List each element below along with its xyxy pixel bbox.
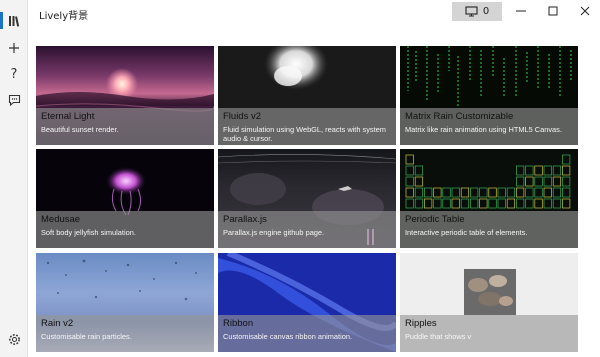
- card-caption: Ribbon Customisable canvas ribbon animat…: [218, 315, 396, 352]
- wallpaper-card-parallax-js[interactable]: Parallax.js Parallax.js engine github pa…: [218, 149, 396, 248]
- card-description: Soft body jellyfish simulation.: [41, 228, 136, 237]
- card-caption: Fluids v2 Fluid simulation using WebGL, …: [218, 108, 396, 145]
- card-caption: Eternal Light Beautiful sunset render.: [36, 108, 214, 145]
- add-icon[interactable]: [2, 36, 26, 60]
- card-title: Parallax.js: [223, 214, 267, 225]
- card-caption: Rain v2 Customisable rain particles.: [36, 315, 214, 352]
- card-caption: Parallax.js Parallax.js engine github pa…: [218, 211, 396, 248]
- maximize-button[interactable]: [538, 0, 568, 22]
- card-title: Ripples: [405, 318, 437, 329]
- card-description: Parallax.js engine github page.: [223, 228, 325, 237]
- title-bar: Lively背景 0: [28, 0, 600, 26]
- card-title: Eternal Light: [41, 111, 95, 122]
- library-icon[interactable]: [2, 9, 26, 33]
- card-title: Fluids v2: [223, 111, 262, 122]
- monitor-icon: [465, 6, 478, 17]
- wallpaper-card-medusae[interactable]: Medusae Soft body jellyfish simulation.: [36, 149, 214, 248]
- card-description: Customisable canvas ribbon animation.: [223, 332, 352, 341]
- card-description: Interactive periodic table of elements.: [405, 228, 528, 237]
- wallpaper-gallery: Eternal Light Beautiful sunset render. F…: [36, 46, 578, 352]
- wallpaper-card-periodic-table[interactable]: Periodic Table Interactive periodic tabl…: [400, 149, 578, 248]
- wallpaper-card-ribbon[interactable]: Ribbon Customisable canvas ribbon animat…: [218, 253, 396, 352]
- card-title: Medusae: [41, 214, 81, 225]
- wallpaper-card-fluids-v2[interactable]: Fluids v2 Fluid simulation using WebGL, …: [218, 46, 396, 145]
- card-description: Matrix like rain animation using HTML5 C…: [405, 125, 562, 134]
- card-description: Customisable rain particles.: [41, 332, 132, 341]
- minimize-button[interactable]: [506, 0, 536, 22]
- card-caption: Ripples Puddle that shows v: [400, 315, 578, 352]
- card-description: Fluid simulation using WebGL, reacts wit…: [223, 125, 386, 143]
- nav-rail: ?: [0, 0, 28, 357]
- monitor-button[interactable]: 0: [452, 2, 502, 21]
- card-title: Periodic Table: [405, 214, 465, 225]
- wallpaper-card-ripples[interactable]: Ripples Puddle that shows v: [400, 253, 578, 352]
- card-caption: Matrix Rain Customizable Matrix like rai…: [400, 108, 578, 145]
- card-description: Puddle that shows v: [405, 332, 472, 341]
- maximize-icon: [548, 6, 558, 16]
- card-title: Rain v2: [41, 318, 74, 329]
- settings-icon[interactable]: [2, 327, 26, 351]
- help-icon[interactable]: ?: [2, 62, 26, 86]
- card-caption: Medusae Soft body jellyfish simulation.: [36, 211, 214, 248]
- close-button[interactable]: [570, 0, 600, 22]
- monitor-count: 0: [482, 6, 490, 17]
- card-caption: Periodic Table Interactive periodic tabl…: [400, 211, 578, 248]
- card-description: Beautiful sunset render.: [41, 125, 119, 134]
- minimize-icon: [516, 10, 526, 12]
- wallpaper-card-eternal-light[interactable]: Eternal Light Beautiful sunset render.: [36, 46, 214, 145]
- wallpaper-card-matrix-rain[interactable]: Matrix Rain Customizable Matrix like rai…: [400, 46, 578, 145]
- feedback-icon[interactable]: [2, 88, 26, 112]
- card-title: Matrix Rain Customizable: [405, 111, 514, 122]
- close-icon: [580, 6, 590, 16]
- app-title: Lively背景: [39, 11, 89, 22]
- card-title: Ribbon: [223, 318, 254, 329]
- wallpaper-card-rain-v2[interactable]: Rain v2 Customisable rain particles.: [36, 253, 214, 352]
